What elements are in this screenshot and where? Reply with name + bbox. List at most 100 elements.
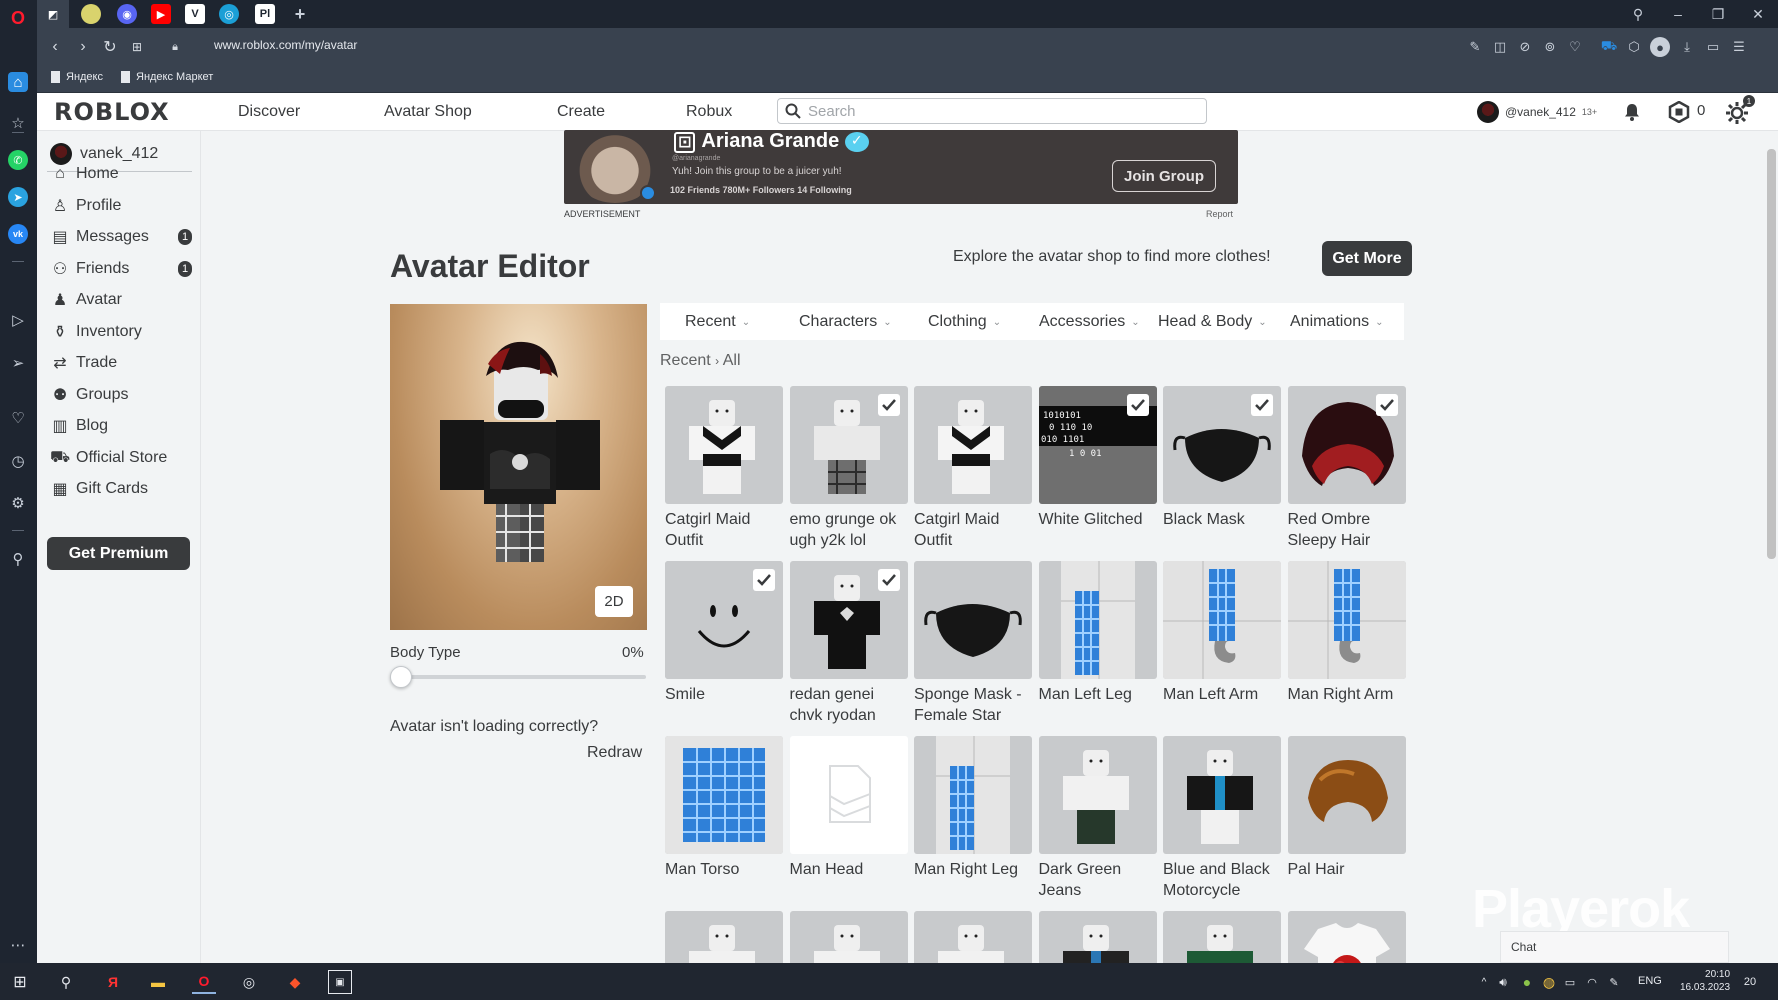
more-icon[interactable]: ⋯ [8,935,28,955]
language-indicator[interactable]: ENG [1638,975,1662,987]
video-app-icon[interactable]: ▣ [328,970,352,994]
tab-icon[interactable] [81,4,101,24]
new-tab-button[interactable]: + [290,4,310,24]
download-icon[interactable]: ⤓ [1677,37,1697,57]
bookmark-yandex-market[interactable]: Яндекс Маркет [121,71,213,83]
url-field[interactable]: www.roblox.com/my/avatar [214,38,357,52]
opera-taskbar-icon[interactable]: O [192,970,216,994]
tab-head-body[interactable]: Head & Body ⌄ [1158,313,1267,331]
history-icon[interactable]: ◷ [8,451,28,471]
sidebar-item-groups[interactable]: ⚉ Groups [50,382,195,408]
heart-bookmark-icon[interactable]: ♡ [1565,37,1585,57]
avatar-item-card[interactable]: Catgirl Maid Outfit [665,386,783,551]
sidebar-item-inventory[interactable]: ⚱ Inventory [50,319,195,345]
tray-app-icon[interactable]: ● [1515,970,1539,994]
volume-icon[interactable]: 🔊︎ [1491,970,1515,994]
speed-dial-icon[interactable]: ⌂ [8,72,28,92]
avatar-item-card[interactable]: Man Left Leg [1038,561,1157,705]
file-explorer-icon[interactable]: ▬ [146,970,170,994]
avatar-item-card[interactable]: Smile [665,561,783,705]
windows-start-icon[interactable]: ⊞ [8,970,32,994]
avatar-item-card[interactable]: emo grunge ok ugh y2k lol [789,386,908,551]
avatar-item-card[interactable]: Sponge Mask - Female Star [914,561,1032,726]
wifi-icon[interactable]: ◠ [1580,970,1604,994]
avatar-item-card[interactable]: Pal Hair [1287,736,1406,880]
body-type-slider[interactable] [400,675,646,679]
steam-icon[interactable]: ◎ [237,970,261,994]
avatar-item-card[interactable]: Red Ombre Sleepy Hair [1287,386,1406,551]
search-icon[interactable]: ⚲ [54,970,78,994]
page-scrollbar[interactable] [1765,131,1778,963]
view-2d-toggle[interactable]: 2D [595,586,633,617]
tabs-grid-icon[interactable]: ⊞ [127,37,147,57]
avatar-item-card[interactable]: Man Head [789,736,908,880]
search-box[interactable] [777,98,1207,124]
account-icon[interactable]: ● [1650,37,1670,57]
back-icon[interactable]: ‹ [45,37,65,57]
search-tabs-icon[interactable]: ⚲ [1618,0,1658,28]
opera-logo-icon[interactable]: O [8,8,28,28]
sidebar-item-gift-cards[interactable]: ▦ Gift Cards [50,476,195,502]
scrollbar-thumb[interactable] [1767,149,1776,559]
notifications-icon[interactable] [1622,102,1642,122]
pinboard-add-icon[interactable]: ⊚ [1540,37,1560,57]
easy-setup-icon[interactable]: ☰ [1729,37,1749,57]
sidebar-item-messages[interactable]: ▤ Messages 1 [50,224,195,250]
avatar-item-card[interactable]: Man Left Arm [1163,561,1281,705]
settings-icon[interactable]: ⚙ [8,493,28,513]
playerok-tab-icon[interactable]: Pl [255,4,275,24]
yandex-icon[interactable]: Я [101,970,125,994]
youtube-tab-icon[interactable]: ▶ [151,4,171,24]
redraw-link[interactable]: Redraw [587,744,642,762]
avatar-preview[interactable]: 2D [390,304,647,630]
lightbulb-icon[interactable]: ⚲ [8,549,28,569]
camera-icon[interactable]: ◫ [1490,37,1510,57]
chat-bar[interactable]: Chat [1500,931,1729,963]
tab-accessories[interactable]: Accessories ⌄ [1039,313,1140,331]
advertisement-banner[interactable]: ⊡ Ariana Grande ✓ @arianagrande Yuh! Join… [564,130,1238,204]
tab-icon[interactable]: V [185,4,205,24]
tab-active[interactable]: ◩ [37,0,69,28]
avatar-item-card[interactable]: Man Right Leg [914,736,1032,880]
heart-icon[interactable]: ♡ [8,408,28,428]
body-type-slider-handle[interactable] [390,666,412,688]
tab-characters[interactable]: Characters ⌄ [799,313,892,331]
avatar-item-card[interactable]: redan genei chvk ryodan [789,561,908,726]
edit-icon[interactable]: ✎ [1465,37,1485,57]
search-input[interactable] [808,102,1198,120]
pinboard-icon[interactable]: ☆ [8,113,28,133]
cube-icon[interactable]: ⬡ [1624,37,1644,57]
nav-create[interactable]: Create [557,103,605,121]
bookmark-yandex[interactable]: Яндекс [51,71,103,83]
tab-recent[interactable]: Recent ⌄ [685,313,750,331]
sidebar-item-profile[interactable]: ♙ Profile [50,193,195,219]
player-icon[interactable]: ▷ [8,310,28,330]
get-more-button[interactable]: Get More [1322,241,1412,276]
sidebar-item-official-store[interactable]: ⛟ Official Store [50,445,195,471]
whatsapp-icon[interactable]: ✆ [8,150,28,170]
restore-button[interactable]: ❐ [1698,0,1738,28]
get-premium-button[interactable]: Get Premium [47,537,190,570]
cart-icon[interactable]: ⛟ [1599,37,1619,57]
sidebar-item-friends[interactable]: ⚇ Friends 1 [50,256,195,282]
avatar-item-card[interactable]: Dark Green Jeans [1038,736,1157,901]
clock[interactable]: 20:10 16.03.2023 [1680,968,1730,994]
sidebar-item-home[interactable]: ⌂ Home [50,161,195,187]
battery-tray-icon[interactable]: ▭ [1558,970,1582,994]
header-user[interactable]: @vanek_412 13+ [1477,101,1597,123]
ad-report-link[interactable]: Report [1206,209,1233,219]
reload-icon[interactable]: ↻ [100,37,120,57]
minimize-button[interactable]: – [1658,0,1698,28]
nav-robux[interactable]: Robux [686,103,732,121]
block-icon[interactable]: ⊘ [1515,37,1535,57]
close-button[interactable]: ✕ [1738,0,1778,28]
join-group-button[interactable]: Join Group [1112,160,1216,192]
nav-avatar-shop[interactable]: Avatar Shop [384,103,472,121]
vk-icon[interactable]: vk [8,224,28,244]
avatar-item-card[interactable]: 1010101 0 110 10 010 1101 1 0 01 White Glitc… [1038,386,1157,530]
pen-icon[interactable]: ✎ [1602,970,1626,994]
send-icon[interactable]: ➢ [8,353,28,373]
nav-discover[interactable]: Discover [238,103,300,121]
forward-icon[interactable]: › [73,37,93,57]
sidebar-item-avatar[interactable]: ♟ Avatar [50,287,195,313]
